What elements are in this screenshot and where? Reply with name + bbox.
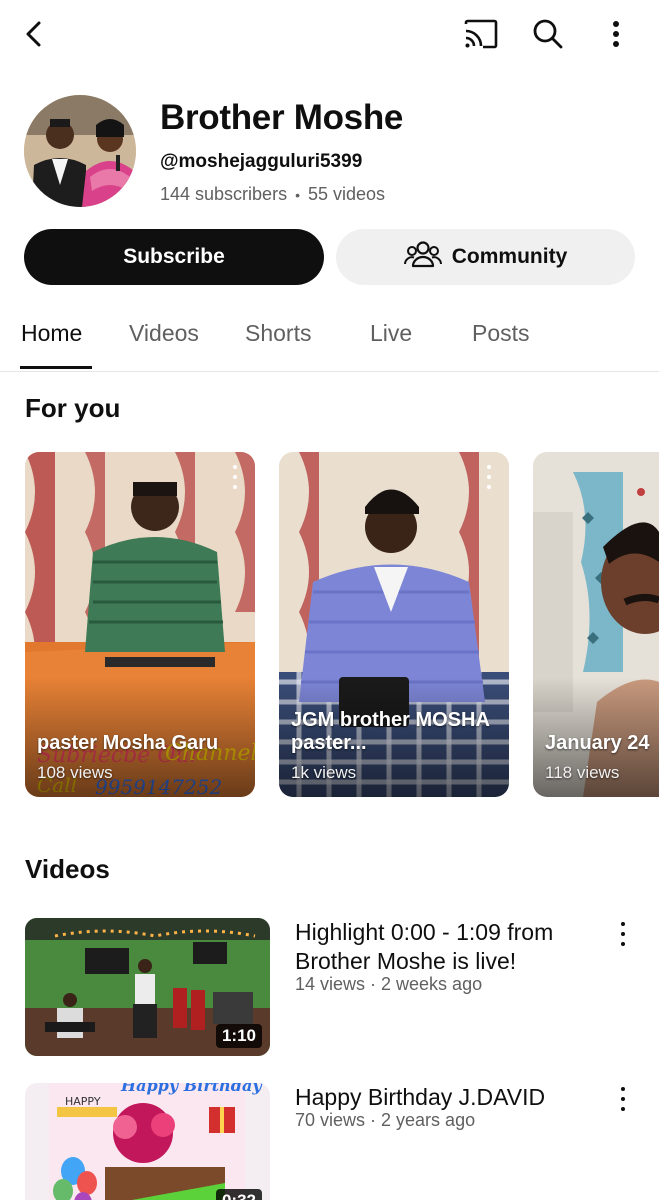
short-views: 118 views [545,763,620,782]
tab-posts[interactable]: Posts [472,320,530,347]
video-duration: 1:10 [215,1024,262,1048]
svg-text:Happy Birthday: Happy Birthday [120,1083,263,1095]
channel-tabs: Home Videos Shorts Live Posts [0,300,659,372]
short-card[interactable]: JGM brother MOSHA paster... 1k views [279,452,509,797]
video-title[interactable]: Happy Birthday J.DAVID [295,1083,595,1112]
back-arrow-icon[interactable] [14,14,54,54]
tab-videos[interactable]: Videos [129,320,199,347]
videos-heading: Videos [25,854,110,884]
short-more-icon[interactable] [479,462,499,492]
more-vertical-icon[interactable] [596,14,636,54]
for-you-heading: For you [25,393,121,423]
video-thumbnail[interactable]: 1:10 [25,918,270,1056]
channel-handle: @moshejagguluri5399 [160,151,363,172]
short-card[interactable]: Subriecbe Our Channel Call 9959147252 pa… [25,452,255,797]
video-thumbnail[interactable]: Happy Birthday HAPPY 0:32 [25,1083,270,1200]
channel-avatar[interactable] [24,95,136,207]
active-tab-indicator [20,366,92,369]
subscribe-button[interactable]: Subscribe [24,229,324,285]
video-title[interactable]: Highlight 0:00 - 1:09 from Brother Moshe… [295,918,595,976]
community-button[interactable]: Community [336,229,635,285]
short-card[interactable]: January 24 118 views [533,452,659,797]
short-title: January 24 [545,732,650,754]
subscriber-count: 144 subscribers [160,184,288,204]
channel-name: Brother Moshe [160,98,404,137]
video-meta: 70 views · 2 years ago [295,1110,476,1130]
short-title: JGM brother MOSHA paster... [291,709,490,754]
top-app-bar [0,0,659,70]
short-views: 108 views [37,763,113,782]
video-more-icon[interactable] [615,922,631,946]
video-meta: 14 views · 2 weeks ago [295,974,483,994]
svg-text:HAPPY: HAPPY [65,1095,101,1108]
short-more-icon[interactable] [225,462,245,492]
short-title: paster Mosha Garu [37,732,219,754]
video-count: 55 videos [307,184,386,204]
tab-live[interactable]: Live [370,320,412,347]
video-list-item[interactable]: 1:10 Highlight 0:00 - 1:09 from Brother … [25,918,635,1058]
video-duration: 0:32 [215,1189,262,1200]
community-label: Community [451,245,568,268]
tab-home[interactable]: Home [21,320,82,347]
video-more-icon[interactable] [615,1087,631,1111]
short-views: 1k views [291,763,357,782]
community-people-icon [403,239,442,275]
stats-separator: • [295,187,300,203]
cast-icon[interactable] [461,14,501,54]
search-icon[interactable] [528,14,568,54]
video-list-item[interactable]: Happy Birthday HAPPY 0:32 Happy Birthday… [25,1083,635,1200]
tab-shorts[interactable]: Shorts [245,320,311,347]
channel-stats[interactable]: 144 subscribers • 55 videos [160,184,385,206]
